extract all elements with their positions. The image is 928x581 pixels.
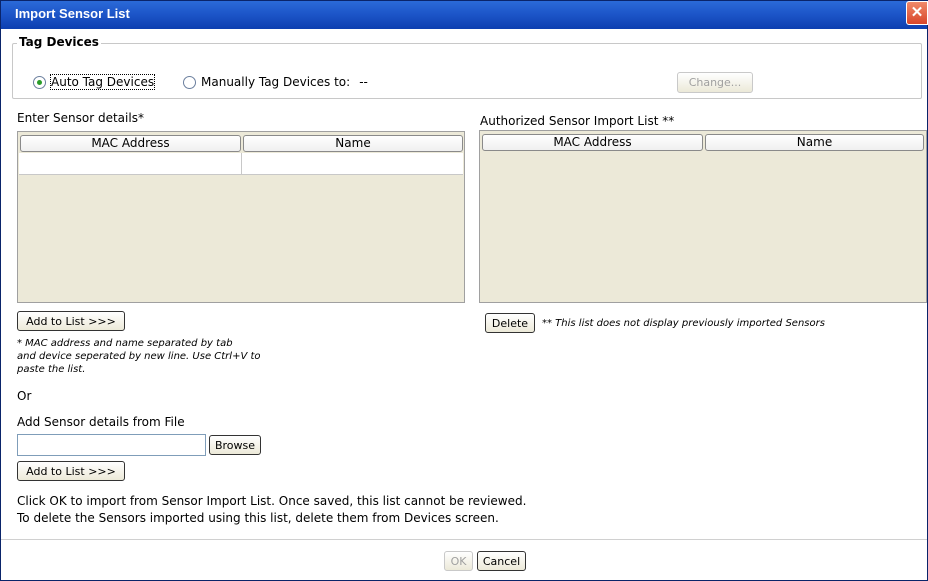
authorized-list-label: Authorized Sensor Import List ** xyxy=(480,114,675,128)
manual-tag-option[interactable]: Manually Tag Devices to: -- xyxy=(183,75,368,89)
authorized-mac-header[interactable]: MAC Address xyxy=(482,134,703,151)
file-path-input[interactable] xyxy=(17,434,206,456)
tag-devices-legend: Tag Devices xyxy=(17,35,101,49)
enter-sensor-label: Enter Sensor details* xyxy=(17,111,144,125)
auto-tag-option[interactable]: Auto Tag Devices xyxy=(33,74,156,90)
add-to-list-button[interactable]: Add to List >>> xyxy=(17,311,125,331)
tag-devices-group xyxy=(12,43,922,99)
enter-sensor-row[interactable] xyxy=(19,153,463,175)
auto-tag-label: Auto Tag Devices xyxy=(49,74,156,90)
manual-tag-value: -- xyxy=(359,75,368,89)
close-button[interactable]: ✕ xyxy=(906,1,928,25)
delete-button[interactable]: Delete xyxy=(485,313,535,333)
add-file-to-list-button[interactable]: Add to List >>> xyxy=(17,461,125,481)
note-line-1: * MAC address and name separated by tab xyxy=(17,338,233,349)
dialog-title: Import Sensor List xyxy=(15,6,130,21)
instruction-line-2: To delete the Sensors imported using thi… xyxy=(17,511,499,525)
enter-sensor-grid[interactable]: MAC Address Name xyxy=(17,131,465,303)
browse-button[interactable]: Browse xyxy=(209,435,261,455)
auto-tag-radio[interactable] xyxy=(33,75,46,89)
instruction-line-1: Click OK to import from Sensor Import Li… xyxy=(17,494,527,508)
manual-tag-label: Manually Tag Devices to: xyxy=(201,75,351,89)
footer-divider xyxy=(1,539,927,540)
cell-divider xyxy=(241,153,242,175)
note-line-3: paste the list. xyxy=(17,364,86,375)
file-section-label: Add Sensor details from File xyxy=(17,415,185,429)
enter-name-header[interactable]: Name xyxy=(243,135,463,152)
authorized-sensor-grid[interactable]: MAC Address Name xyxy=(479,130,927,303)
entry-instructions-note: * MAC address and name separated by tab … xyxy=(17,337,261,376)
change-button[interactable]: Change... xyxy=(677,72,753,93)
authorized-name-header[interactable]: Name xyxy=(705,134,924,151)
manual-tag-radio[interactable] xyxy=(183,75,196,89)
import-sensor-dialog: Import Sensor List ✕ Tag Devices Auto Ta… xyxy=(0,0,928,581)
title-bar[interactable]: Import Sensor List ✕ xyxy=(1,1,928,29)
close-icon: ✕ xyxy=(910,4,924,21)
ok-button[interactable]: OK xyxy=(444,551,473,571)
cancel-button[interactable]: Cancel xyxy=(477,551,526,571)
or-separator: Or xyxy=(17,389,32,403)
note-line-2: and device seperated by new line. Use Ct… xyxy=(17,351,261,362)
authorized-list-note: ** This list does not display previously… xyxy=(542,318,825,329)
enter-mac-header[interactable]: MAC Address xyxy=(20,135,241,152)
